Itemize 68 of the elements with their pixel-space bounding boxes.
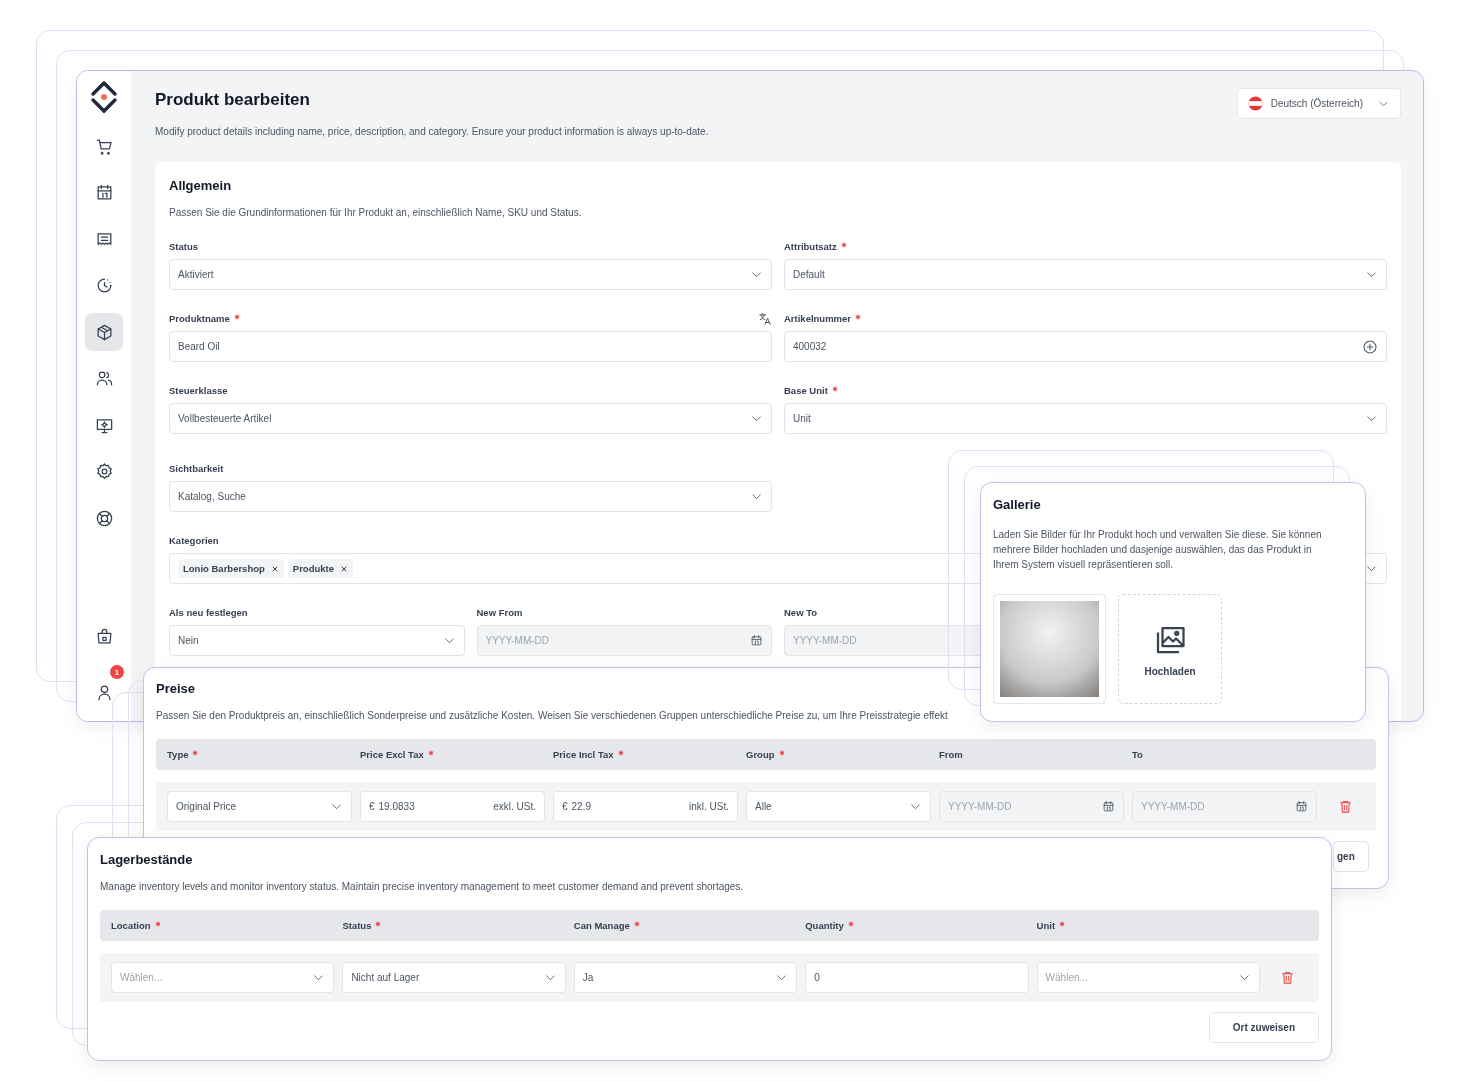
delete-icon[interactable]: [1337, 799, 1353, 814]
add-circle-icon: [1362, 338, 1378, 355]
section-description: Manage inventory levels and monitor inventory status. Maintain precise inventory management to meet customer demand and prevent shortages.: [100, 880, 745, 893]
users-icon: [94, 369, 114, 388]
remove-icon: [340, 564, 348, 573]
column-header: Status: [342, 920, 372, 931]
dropdown-field[interactable]: Ja: [573, 962, 798, 993]
column-header: Unit: [1036, 920, 1056, 931]
column-header: Type: [167, 749, 189, 760]
calendar-icon: [1102, 800, 1115, 813]
field-label: Als neu festlegen: [169, 607, 248, 618]
column-header: To: [1132, 749, 1143, 760]
field-label: Status: [169, 241, 199, 252]
dropdown-field[interactable]: Default: [784, 259, 1387, 290]
sidebar-item[interactable]: [85, 313, 123, 351]
field-label: Attributsatz: [784, 241, 837, 252]
category-tag[interactable]: Lonio Barbershop: [178, 559, 284, 578]
add-price-button[interactable]: gen: [1333, 841, 1369, 872]
field-label: Sichtbarkeit: [169, 463, 224, 474]
dropdown-field[interactable]: Katalog, Suche: [169, 481, 772, 512]
price-field[interactable]: € 19.0833 exkl. USt.: [360, 791, 545, 822]
column-header: Can Manage: [573, 920, 630, 931]
page-description: Modify product details including name, price, description, and category. Ensure your product information is always up-to-date.: [155, 125, 709, 138]
section-title: Preise: [156, 681, 197, 697]
column-header: From: [939, 749, 963, 760]
field-label: Artikelnummer: [784, 313, 852, 324]
field-label: Steuerklasse: [169, 385, 228, 396]
calendar-icon: [750, 634, 763, 647]
dropdown-field[interactable]: Vollbesteuerte Artikel: [169, 403, 772, 434]
column-header: Group: [746, 749, 775, 760]
section-title: Allgemein: [169, 178, 233, 194]
text-field[interactable]: Beard Oil: [169, 331, 772, 362]
column-header: Price Excl Tax: [360, 749, 424, 760]
delete-icon[interactable]: [1280, 970, 1296, 985]
section-title: Gallerie: [993, 497, 1042, 513]
dropdown-field[interactable]: Unit: [784, 403, 1387, 434]
section-description: Passen Sie die Grundinformationen für Ihr Produkt an, einschließlich Name, SKU und Status.: [169, 206, 583, 219]
dropdown-field[interactable]: Aktiviert: [169, 259, 772, 290]
price-field[interactable]: € 22.9 inkl. USt.: [553, 791, 738, 822]
field-label: Produktname: [169, 313, 230, 324]
upload-button[interactable]: Hochladen: [1118, 594, 1222, 704]
text-field[interactable]: 400032: [784, 331, 1387, 362]
column-header: Price Incl Tax: [553, 749, 614, 760]
remove-icon: [270, 564, 279, 573]
section-title: Lagerbestände: [100, 852, 194, 868]
lifebuoy-icon: [94, 508, 114, 528]
category-tag[interactable]: Produkte: [287, 559, 353, 578]
column-header: Location: [111, 920, 151, 931]
field-label: New To: [784, 607, 818, 618]
column-header: Quantity: [805, 920, 844, 931]
calendar-icon: [1295, 800, 1308, 813]
assign-location-button[interactable]: Ort zuweisen: [1208, 1012, 1319, 1043]
dropdown-field[interactable]: Alle: [746, 791, 931, 822]
page-title: Produkt bearbeiten: [155, 90, 311, 110]
dropdown-field[interactable]: Original Price: [167, 791, 352, 822]
field-label: Kategorien: [169, 535, 219, 546]
dropdown-field[interactable]: Nein: [169, 625, 465, 656]
photo-placeholder[interactable]: [993, 594, 1106, 704]
field-label: Base Unit: [784, 385, 828, 396]
section-description: Passen Sie den Produktpreis an, einschließlich Sonderpreise und zusätzliche Kosten. Weisen Sie verschiedenen Gruppen unterschiedliche Preise zu, um Ihre Preisstrategie effekt: [156, 709, 949, 722]
flag-icon: [1247, 96, 1263, 111]
text-field[interactable]: 0: [805, 962, 1029, 993]
translate-icon[interactable]: [758, 311, 772, 326]
settings-icon: [94, 462, 114, 481]
language-dropdown[interactable]: Deutsch (Österreich): [1236, 88, 1401, 119]
dropdown-field[interactable]: Nicht auf Lager: [342, 962, 566, 993]
field-label: New From: [476, 607, 523, 618]
notification-badge: 1: [110, 665, 124, 679]
